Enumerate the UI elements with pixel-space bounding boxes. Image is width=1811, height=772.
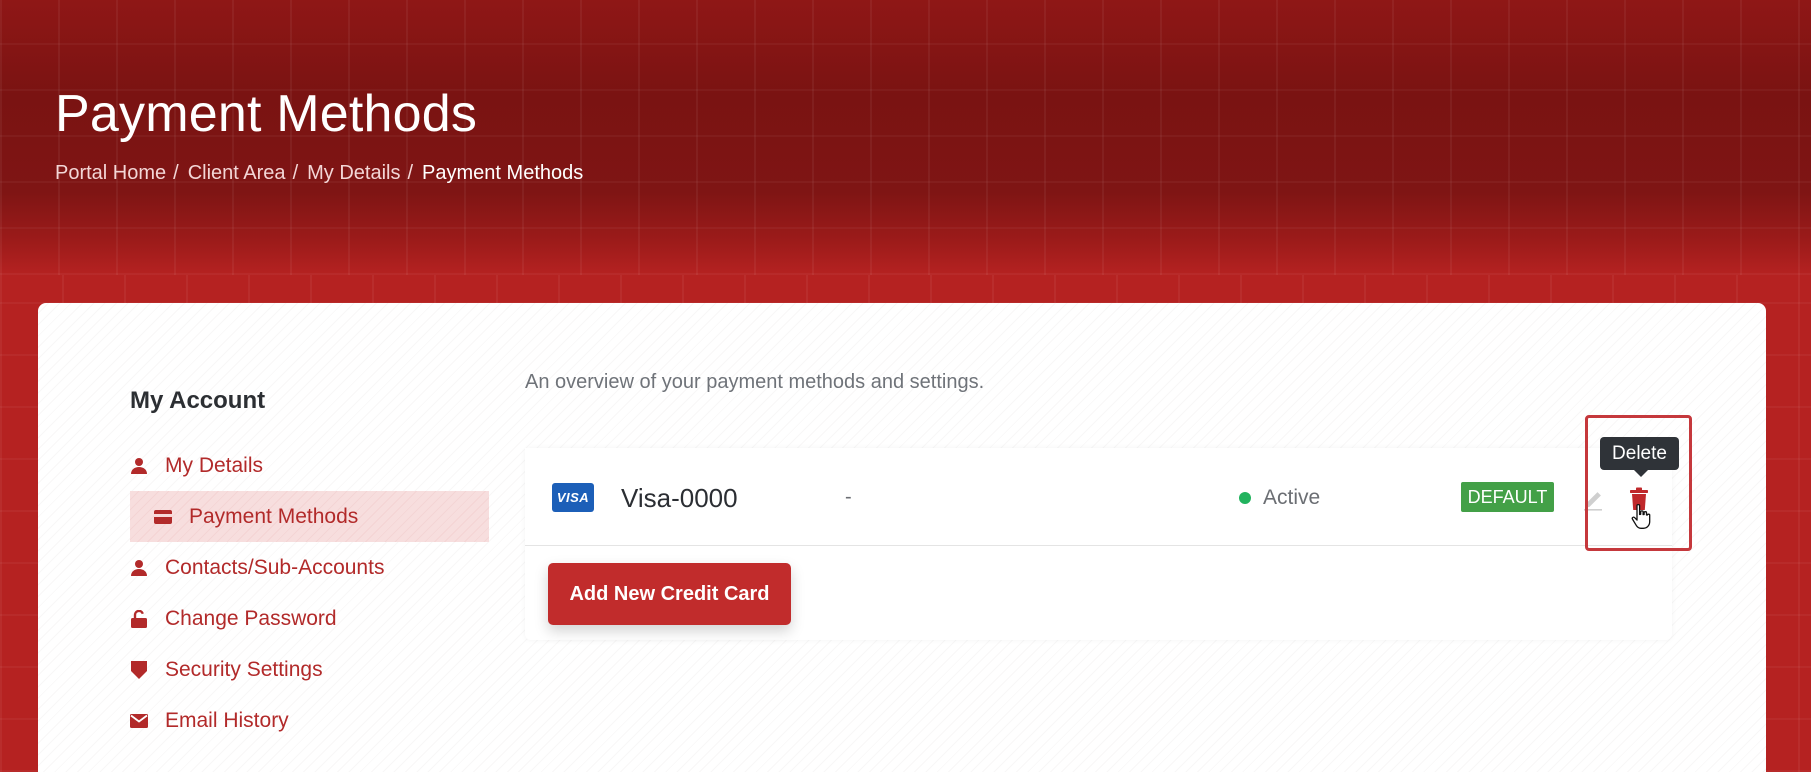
sidebar-item-label: Security Settings: [165, 657, 323, 681]
sidebar-item-label: Payment Methods: [189, 504, 359, 528]
sidebar-item-my-details[interactable]: My Details: [130, 440, 489, 491]
breadcrumb-client-area[interactable]: Client Area: [188, 162, 286, 185]
breadcrumb-my-details[interactable]: My Details: [307, 162, 400, 185]
breadcrumb: Portal Home / Client Area / My Details /…: [55, 162, 583, 185]
credit-card-icon: [154, 508, 172, 526]
sidebar-item-contacts-sub-accounts[interactable]: Contacts/Sub-Accounts: [130, 542, 489, 593]
delete-tooltip: Delete: [1600, 437, 1679, 477]
visa-card-icon: VISA: [552, 483, 594, 512]
sidebar-item-label: Change Password: [165, 606, 337, 630]
hand-cursor-icon: [1630, 503, 1652, 531]
add-new-credit-card-button[interactable]: Add New Credit Card: [548, 563, 791, 625]
sidebar-item-payment-methods[interactable]: Payment Methods: [130, 491, 489, 542]
sidebar-menu: My Details Payment Methods Contacts/Sub-…: [130, 440, 489, 746]
breadcrumb-separator: /: [407, 162, 414, 184]
envelope-icon: [130, 712, 148, 730]
status-indicator-dot: [1239, 492, 1251, 504]
unlock-icon: [130, 609, 148, 628]
breadcrumb-separator: /: [292, 162, 299, 184]
page-title: Payment Methods: [55, 85, 478, 143]
breadcrumb-portal-home[interactable]: Portal Home: [55, 162, 166, 185]
sidebar-item-change-password[interactable]: Change Password: [130, 593, 489, 644]
sidebar-item-label: Email History: [165, 708, 289, 732]
overview-text: An overview of your payment methods and …: [525, 371, 985, 393]
sidebar-item-email-history[interactable]: Email History: [130, 695, 489, 746]
user-icon: [130, 559, 148, 577]
sidebar-item-label: Contacts/Sub-Accounts: [165, 555, 385, 579]
payment-method-status: Active: [1263, 486, 1321, 509]
breadcrumb-payment-methods: Payment Methods: [422, 162, 584, 184]
user-icon: [130, 457, 148, 475]
sidebar-item-security-settings[interactable]: Security Settings: [130, 644, 489, 695]
default-badge: DEFAULT: [1461, 482, 1554, 512]
sidebar-title: My Account: [130, 387, 266, 414]
shield-icon: [130, 660, 148, 679]
breadcrumb-separator: /: [173, 162, 179, 184]
sidebar-item-label: My Details: [165, 453, 264, 477]
payment-method-description: -: [845, 486, 852, 508]
payment-method-name: Visa-0000: [621, 483, 738, 513]
